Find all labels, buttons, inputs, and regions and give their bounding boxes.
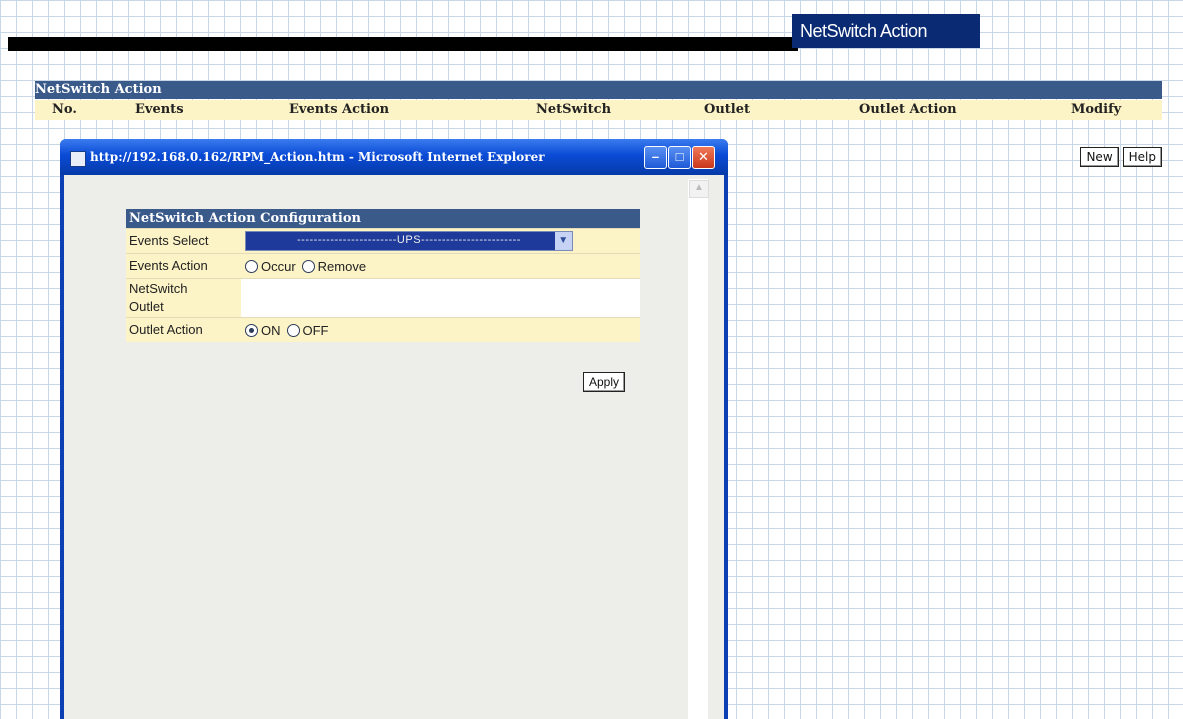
radio-off[interactable]: OFF	[286, 322, 329, 338]
radio-occur-icon[interactable]	[245, 259, 258, 273]
radio-on[interactable]: ON	[245, 323, 281, 338]
events-action-label: Events Action	[126, 254, 241, 278]
chevron-down-icon[interactable]: ▼	[555, 232, 572, 250]
popup-title: http://192.168.0.162/RPM_Action.htm - Mi…	[90, 150, 545, 164]
page-actions: New Help	[1080, 147, 1162, 167]
radio-off-icon[interactable]	[286, 323, 300, 337]
radio-remove-label: Remove	[317, 258, 367, 274]
column-netswitch: NetSwitch	[536, 102, 612, 117]
radio-remove-icon[interactable]	[301, 259, 315, 273]
new-button[interactable]: New	[1080, 147, 1119, 167]
config-title: NetSwitch Action Configuration	[126, 209, 640, 228]
outlet-label: Outlet	[129, 299, 164, 314]
outlet-action-row: Outlet Action ON OFF	[126, 317, 640, 342]
vertical-scrollbar[interactable]: ▲	[688, 179, 709, 719]
banner-strip	[8, 37, 798, 51]
section-title: NetSwitch Action	[35, 81, 1162, 99]
minimize-icon[interactable]: –	[644, 146, 667, 169]
outlet-action-label: Outlet Action	[126, 318, 241, 342]
maximize-icon[interactable]: □	[668, 146, 691, 169]
netswitch-outlet-row: NetSwitch Outlet	[126, 278, 640, 317]
config-panel: NetSwitch Action Configuration Events Se…	[126, 209, 640, 342]
radio-on-icon[interactable]	[245, 323, 258, 337]
apply-button[interactable]: Apply	[583, 372, 626, 392]
events-action-row: Events Action Occur Remove	[126, 253, 640, 278]
column-events: Events	[135, 102, 184, 117]
column-events-action: Events Action	[289, 102, 390, 117]
popup-window: http://192.168.0.162/RPM_Action.htm - Mi…	[60, 139, 728, 719]
table-header: No. Events Events Action NetSwitch Outle…	[35, 100, 1162, 120]
column-outlet: Outlet	[704, 102, 750, 117]
column-no: No.	[52, 102, 77, 117]
help-button[interactable]: Help	[1122, 147, 1162, 167]
radio-on-label: ON	[261, 322, 281, 338]
close-icon[interactable]: ✕	[692, 146, 715, 169]
radio-remove[interactable]: Remove	[301, 258, 367, 274]
events-select-row: Events Select ------------------------UP…	[126, 228, 640, 253]
banner-title: NetSwitch Action	[792, 14, 980, 48]
scroll-up-icon[interactable]: ▲	[689, 180, 709, 198]
netswitch-label: NetSwitch	[129, 281, 188, 296]
netswitch-outlet-value	[241, 279, 640, 317]
events-select-label: Events Select	[126, 229, 241, 253]
radio-off-label: OFF	[302, 322, 329, 338]
column-modify: Modify	[1071, 102, 1122, 117]
column-outlet-action: Outlet Action	[859, 102, 957, 117]
ie-page-icon	[70, 151, 86, 167]
events-select-value: ------------------------UPS-------------…	[297, 234, 521, 246]
events-select-dropdown[interactable]: ------------------------UPS-------------…	[245, 231, 573, 251]
radio-occur-label: Occur	[261, 258, 296, 274]
top-banner: NetSwitch Action	[0, 0, 1183, 52]
popup-titlebar[interactable]: http://192.168.0.162/RPM_Action.htm - Mi…	[60, 139, 728, 175]
radio-occur[interactable]: Occur	[245, 259, 296, 274]
popup-content: ▲ NetSwitch Action Configuration Events …	[64, 175, 724, 719]
